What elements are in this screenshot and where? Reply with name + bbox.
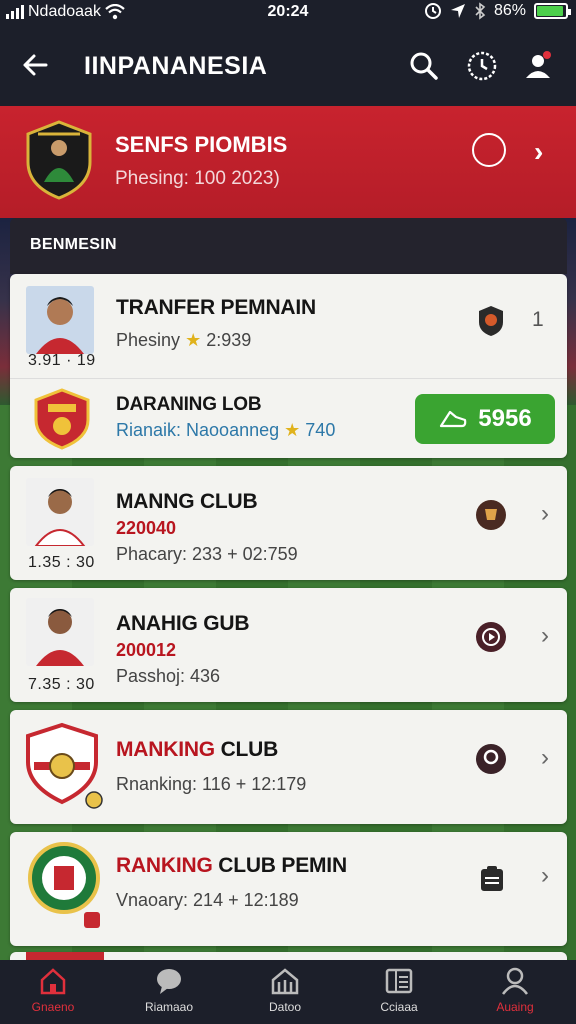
- club-crest-icon: [26, 722, 103, 809]
- profile-icon[interactable]: [522, 50, 554, 82]
- chat-icon: [157, 969, 181, 994]
- status-bar: Ndadoaak 20:24 86%: [0, 0, 576, 26]
- clock-icon[interactable]: [466, 50, 498, 82]
- banner-title: SENFS PIOMBIS: [115, 132, 288, 157]
- boot-icon: [440, 410, 467, 428]
- row-subtitle: Vnaoary: 214 + 12:189: [116, 890, 299, 910]
- row-time: 7.35 : 30: [28, 676, 95, 693]
- chevron-right-icon[interactable]: ›: [541, 500, 549, 528]
- star-icon: ★: [284, 420, 301, 440]
- section-label: BENMESIN: [30, 236, 117, 253]
- chevron-right-icon[interactable]: ›: [541, 744, 549, 772]
- club-crest-logo: [26, 120, 92, 200]
- club-banner: SENFS PIOMBIS Phesing: 100 2023) ›: [0, 106, 576, 218]
- nav-label: Auaing: [496, 1000, 534, 1014]
- row-title: MANKING CLUB: [116, 738, 279, 761]
- score-button[interactable]: 5956: [415, 394, 555, 444]
- chevron-right-icon[interactable]: ›: [541, 862, 549, 890]
- row-time: 1.35 : 30: [28, 554, 95, 571]
- row-title: DARANING LOB: [116, 394, 262, 415]
- nav-stadium[interactable]: Datoo: [240, 966, 330, 1014]
- section-header: BENMESIN: [10, 218, 567, 274]
- row-date: 200012: [116, 640, 177, 660]
- nav-home[interactable]: Gnaeno: [8, 966, 98, 1014]
- compass-button[interactable]: [472, 133, 506, 167]
- bottom-navigation: Gnaeno Riamaao Datoo Cciaaa Auaing: [0, 960, 576, 1024]
- user-icon: [502, 967, 528, 995]
- row-title: MANNG CLUB: [116, 490, 258, 513]
- search-icon[interactable]: [408, 50, 440, 82]
- row-subtitle: Rianaik: Naooanneg ★ 740: [116, 420, 336, 440]
- player-photo: [26, 286, 94, 354]
- row-count: 1: [532, 308, 544, 331]
- row-title: RANKING CLUB PEMIN: [116, 854, 347, 877]
- battery-percent: 86%: [493, 2, 526, 19]
- location-icon: [450, 4, 465, 18]
- stadium-icon: [271, 968, 299, 995]
- nav-label: Datoo: [268, 1000, 302, 1014]
- alarm-icon: [424, 3, 441, 19]
- row-title: ANAHIG GUB: [116, 612, 250, 635]
- club-badge-icon: [476, 500, 506, 530]
- clipboard-icon: [481, 866, 503, 891]
- nav-label: Gnaeno: [31, 1000, 75, 1014]
- app-header: IINPANANESIA: [0, 26, 576, 106]
- row-date: 220040: [116, 518, 177, 538]
- home-icon: [40, 968, 66, 995]
- chevron-right-icon[interactable]: ›: [541, 622, 549, 650]
- chevron-right-icon[interactable]: ›: [534, 136, 543, 168]
- club-crest-icon: [34, 388, 90, 450]
- list-icon: [385, 968, 413, 994]
- row-title: TRANFER PEMNAIN: [116, 296, 316, 319]
- star-icon: ★: [185, 330, 202, 350]
- nav-label: Cciaaa: [380, 1000, 418, 1014]
- player-photo: [26, 598, 94, 666]
- nav-chat[interactable]: Riamaao: [124, 966, 214, 1014]
- battery-icon: [534, 3, 571, 19]
- club-crest-icon: [28, 842, 100, 928]
- list-item[interactable]: 7.35 : 30 ANAHIG GUB 200012 Passhoj: 436…: [10, 588, 567, 702]
- pin-icon: [476, 744, 506, 774]
- row-subtitle: Phacary: 233 + 02:759: [116, 544, 298, 564]
- shield-icon: [479, 306, 503, 336]
- row-time: 3.91 · 19: [28, 352, 96, 369]
- row-subtitle: Phesiny ★ 2:939: [116, 330, 252, 350]
- compass-icon: [483, 144, 495, 156]
- play-icon: [476, 622, 506, 652]
- list-item[interactable]: RANKING CLUB PEMIN Vnaoary: 214 + 12:189…: [10, 832, 567, 946]
- list-item[interactable]: 1.35 : 30 MANNG CLUB 220040 Phacary: 233…: [10, 466, 567, 580]
- score-value: 5956: [478, 405, 532, 432]
- row-subtitle: Rnanking: 116 + 12:179: [116, 774, 307, 794]
- list-item[interactable]: MANKING CLUB Rnanking: 116 + 12:179 ›: [10, 710, 567, 824]
- nav-user[interactable]: Auaing: [470, 966, 560, 1014]
- banner-subtitle: Phesing: 100 2023): [115, 168, 280, 189]
- player-photo: [26, 478, 94, 546]
- back-arrow-icon[interactable]: [20, 50, 50, 80]
- nav-list[interactable]: Cciaaa: [354, 966, 444, 1014]
- page-title: IINPANANESIA: [84, 52, 268, 80]
- row-subtitle: Passhoj: 436: [116, 666, 221, 686]
- nav-label: Riamaao: [144, 1000, 194, 1014]
- bluetooth-icon: [475, 2, 486, 20]
